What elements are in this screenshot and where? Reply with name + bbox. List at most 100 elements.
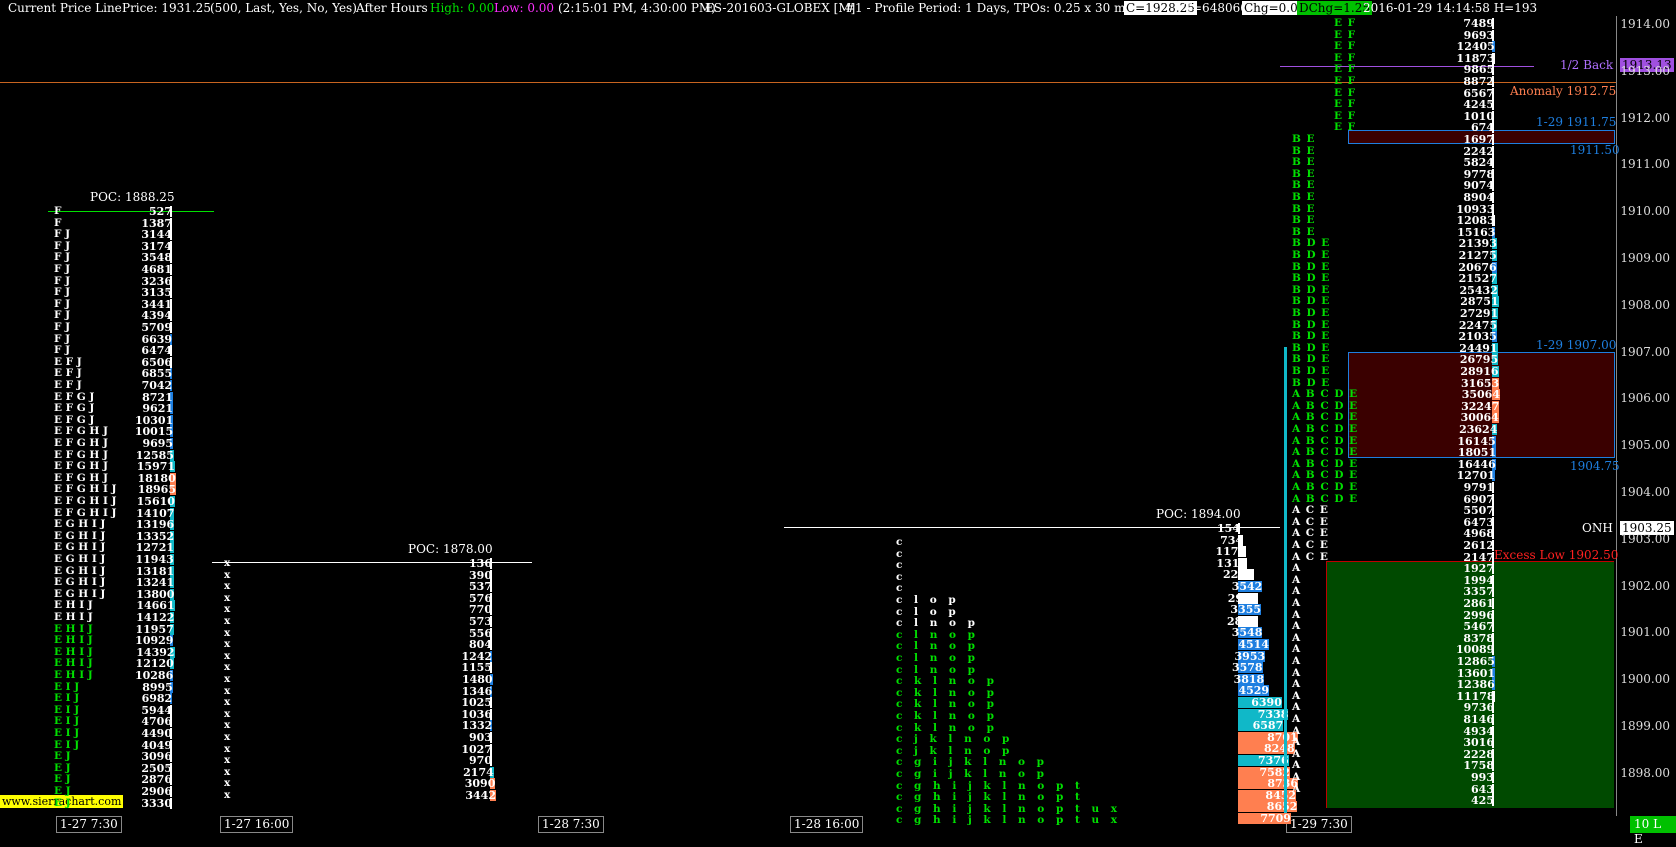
y-tick-label: 1898.00 bbox=[1620, 765, 1670, 780]
profile1-tpo-letters: E J bbox=[54, 785, 71, 797]
profile4-tpo-letters: A bbox=[1292, 597, 1301, 609]
profile4-volume-value: 2861 bbox=[1463, 597, 1494, 610]
profile2-volume-value: 136 bbox=[469, 557, 492, 570]
profile1-tpo-letters: E H I J bbox=[54, 669, 93, 681]
y-tick-label: 1907.00 bbox=[1620, 344, 1670, 359]
y-tick-label: 1902.00 bbox=[1620, 578, 1670, 593]
x-label-1: 1-27 16:00 bbox=[220, 816, 294, 833]
y-tick-label: 1899.00 bbox=[1620, 719, 1670, 733]
session-label: After Hours bbox=[356, 1, 428, 15]
level-1911-50-label: 1911.50 bbox=[1570, 143, 1620, 157]
profile4-tpo-letters: E F bbox=[1334, 17, 1356, 29]
half-back-label: 1/2 Back bbox=[1560, 58, 1614, 72]
y-tick-label: 1910.00 bbox=[1620, 204, 1670, 219]
profile4-volume-value: 1697 bbox=[1463, 133, 1494, 146]
profile4-tpo-letters: B E bbox=[1292, 191, 1315, 203]
profile4-tpo-letters: A C E bbox=[1292, 539, 1328, 551]
profile1-tpo-letters: E F G H J bbox=[54, 437, 108, 449]
profile1-tpo-letters: E H I J bbox=[54, 611, 93, 623]
poc-label-2: POC: 1878.00 bbox=[408, 542, 493, 556]
y-tick-label: 1901.00 bbox=[1620, 625, 1670, 640]
profile4-tpo-letters: B E bbox=[1292, 133, 1315, 145]
profile-period: #1 - Profile Period: 1 Days, TPOs: 0.25 … bbox=[845, 1, 1138, 15]
y-tick-label: 1912.00 bbox=[1620, 110, 1670, 125]
profile1-volume-value: 7042 bbox=[141, 379, 173, 392]
profile4-volume-value: 12865 bbox=[1456, 655, 1495, 668]
dchange-box: DChg=1.25 bbox=[1297, 1, 1372, 15]
profile1-volume-value: 9695 bbox=[142, 437, 174, 450]
y-tick-label: 1905.00 bbox=[1620, 438, 1670, 453]
session-time-range: (2:15:01 PM, 4:30:00 PM) bbox=[558, 1, 716, 15]
x-label-3: 1-28 16:00 bbox=[790, 816, 864, 833]
profile1-volume-value: 527 bbox=[149, 205, 172, 218]
profile3-tpo-letters: c bbox=[896, 536, 903, 548]
profile4-volume-value: 8146 bbox=[1463, 713, 1494, 726]
poc-label-1: POC: 1888.25 bbox=[90, 190, 175, 204]
y-tick-label: 1909.00 bbox=[1620, 251, 1670, 265]
value-area-line bbox=[1284, 347, 1287, 813]
price-axis-line bbox=[1616, 16, 1617, 816]
profile1-tpo-letters: E J bbox=[54, 796, 71, 809]
y-tick-label: 1900.00 bbox=[1620, 672, 1670, 687]
profile4-tpo-letters: A bbox=[1292, 782, 1301, 795]
y-tick-label: 1904.00 bbox=[1620, 485, 1670, 499]
profile3-volume-value: 7376 bbox=[1258, 754, 1289, 767]
profile4-tpo-letters: E F bbox=[1334, 75, 1356, 87]
profile1-volume-value: 4490 bbox=[141, 727, 172, 740]
datetime: 2016-01-29 14:14:58 H=193 bbox=[1363, 1, 1538, 15]
profile3-tpo-letters: c l n o p bbox=[896, 652, 975, 664]
profile4-tpo-letters: B D E bbox=[1292, 365, 1330, 377]
symbol: ES-201603-GLOBEX [M] bbox=[705, 1, 856, 15]
x-label-2: 1-28 7:30 bbox=[538, 816, 604, 833]
profile4-tpo-letters: B D E bbox=[1292, 249, 1330, 261]
profile1-volume-value: 3330 bbox=[141, 796, 172, 810]
profile4-volume-value: 8872 bbox=[1463, 75, 1495, 88]
current-price-line bbox=[0, 82, 1616, 83]
y-tick-label: 1913.00 bbox=[1620, 63, 1670, 78]
profile4-tpo-letters: A bbox=[1292, 771, 1301, 783]
profile4-volume-value: 9791 bbox=[1463, 481, 1495, 494]
onh-label: ONH bbox=[1582, 521, 1613, 535]
profile1-tpo-letters: F J bbox=[54, 263, 71, 275]
profile3-volume-value: 6390 bbox=[1251, 696, 1282, 709]
excess-low-label: Excess Low 1902.50 bbox=[1494, 548, 1619, 562]
profile2-volume-value: 573 bbox=[469, 615, 492, 628]
profile3-tpo-letters: c g h i j k l n o p t u x bbox=[896, 814, 1118, 827]
profile4-volume-value: 7489 bbox=[1463, 17, 1494, 30]
y-tick-label: 1906.00 bbox=[1620, 391, 1670, 406]
chart-header: Current Price Line Price: 1931.25 (500, … bbox=[0, 0, 1676, 16]
profile4-tpo-letters: E F bbox=[1334, 121, 1356, 134]
profile4-volume-value: 2612 bbox=[1463, 539, 1494, 552]
profile1-tpo-letters: E F J bbox=[54, 379, 82, 391]
profile1-tpo-letters: E G H I J bbox=[54, 553, 106, 565]
y-tick-label: 1908.00 bbox=[1620, 297, 1670, 312]
study-name: Current Price Line bbox=[8, 1, 122, 15]
profile3-volume-value: 7709 bbox=[1260, 812, 1291, 825]
profile4-volume-value: 28916 bbox=[1460, 365, 1499, 378]
profile3-volume-value: 154 bbox=[1217, 522, 1240, 535]
profile1-volume-value: 14122 bbox=[136, 611, 175, 624]
profile4-tpo-letters: A bbox=[1292, 713, 1301, 725]
profile4-volume-value: 993 bbox=[1471, 771, 1494, 784]
profile2-tpo-letters: x bbox=[224, 557, 231, 569]
profile4-tpo-letters: A bbox=[1292, 655, 1301, 667]
y-tick-label: 1914.00 bbox=[1620, 17, 1670, 31]
profile2-tpo-letters: x bbox=[224, 731, 231, 743]
profile4-volume-value: 27291 bbox=[1459, 307, 1499, 320]
profile1-volume-value: 2906 bbox=[141, 785, 172, 798]
y-tick-label: 1903.00 bbox=[1620, 531, 1670, 546]
profile2-tpo-letters: x bbox=[224, 789, 231, 801]
session-high: High: 0.00 bbox=[430, 1, 495, 15]
profile2-volume-value: 3442 bbox=[465, 789, 496, 802]
profile1-volume-value: 15610 bbox=[136, 495, 175, 508]
profile1-tpo-letters: E F G H I J bbox=[54, 495, 117, 507]
y-tick-label: 1911.00 bbox=[1620, 157, 1670, 172]
profile1-tpo-letters: F bbox=[54, 205, 62, 217]
profile1-tpo-letters: F J bbox=[54, 321, 71, 333]
poc-label-3: POC: 1894.00 bbox=[1156, 507, 1241, 521]
x-label-4: 1-29 7:30 bbox=[1286, 816, 1352, 833]
trade-count: T=648060 bbox=[1184, 1, 1248, 15]
level-1907-label: 1-29 1907.00 bbox=[1536, 338, 1617, 352]
level-1904-75-label: 1904.75 bbox=[1570, 459, 1620, 473]
profile4-volume-value: 8904 bbox=[1463, 191, 1495, 204]
